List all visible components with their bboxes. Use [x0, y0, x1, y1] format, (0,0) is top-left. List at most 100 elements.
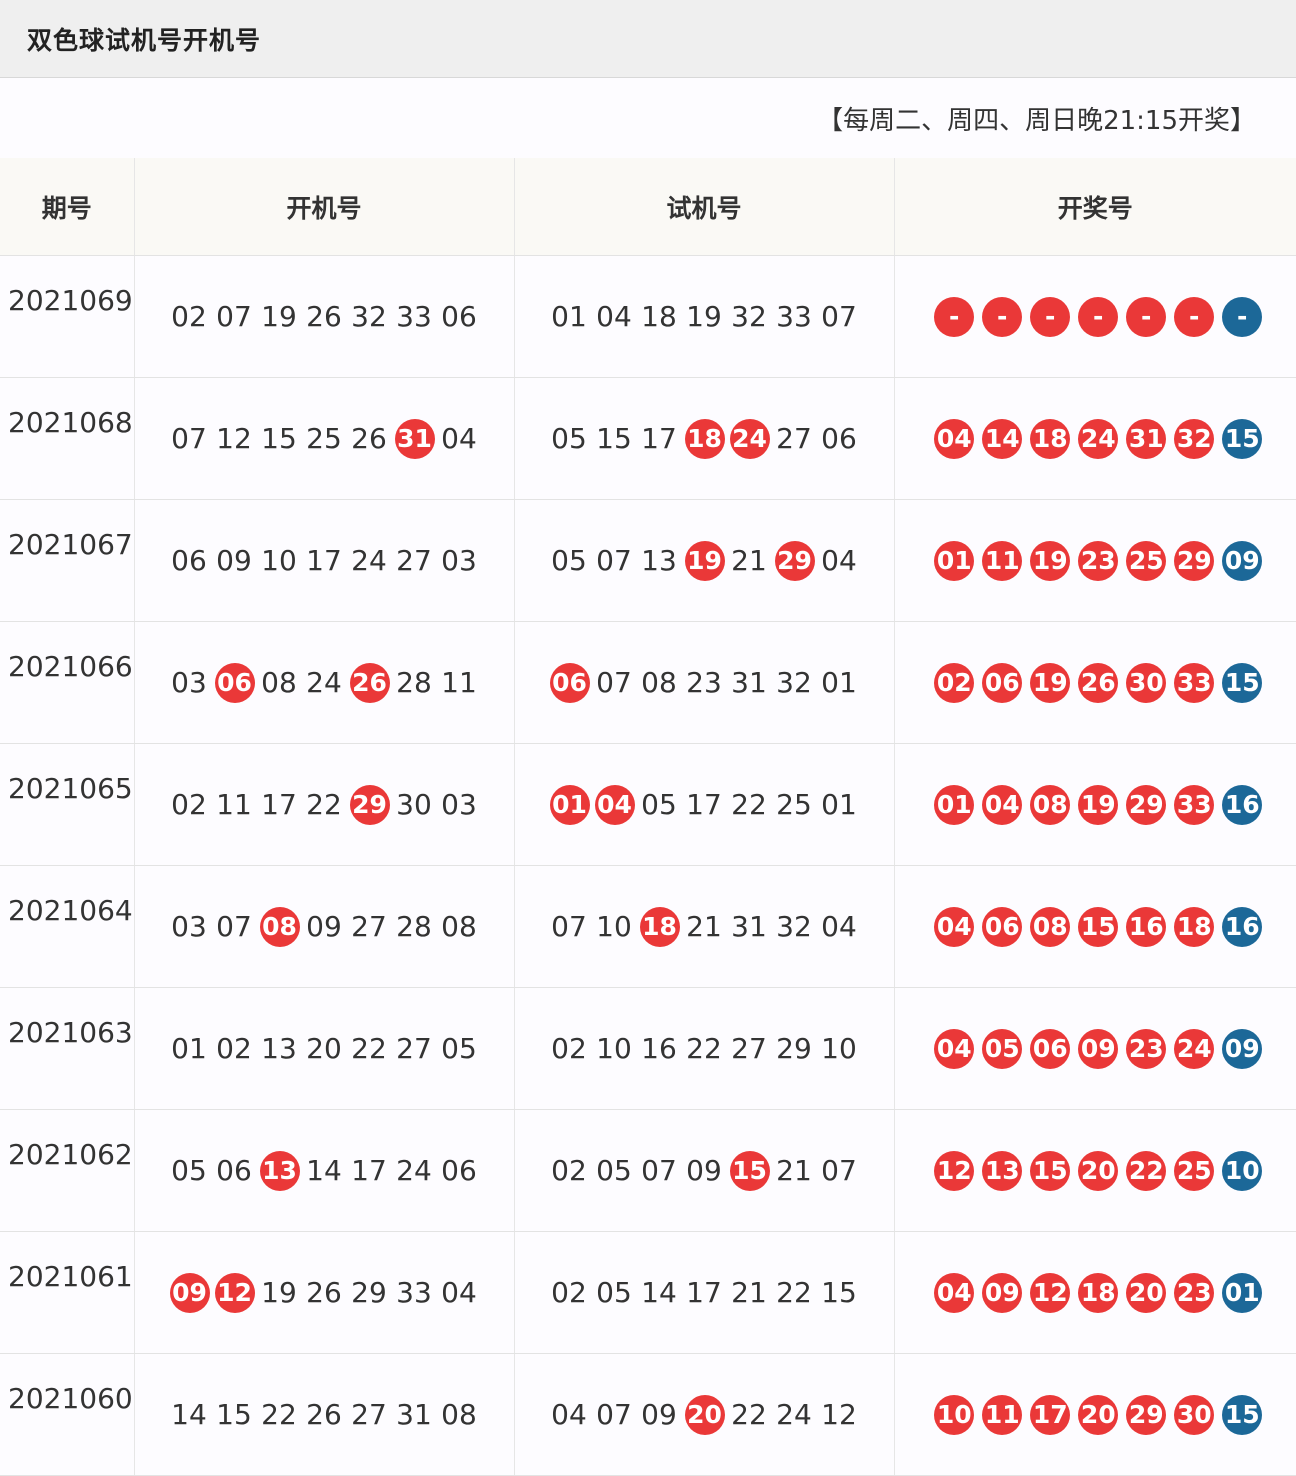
number: 04 — [596, 299, 632, 333]
table-row: 2021061 09 12 19 26 29 33 04 02 05 14 17 21 22 15 04 09 1… — [0, 1231, 1296, 1354]
number: 17 — [686, 1275, 722, 1309]
red-ball: 22 — [1126, 1150, 1167, 1191]
red-ball: 01 — [934, 784, 975, 825]
red-ball: 04 — [982, 784, 1023, 825]
number: 01 — [821, 787, 857, 821]
red-ball: - — [1030, 296, 1071, 337]
shiji-numbers: 05 07 13 19 21 29 04 — [547, 540, 862, 582]
winning-balls: 10 11 17 20 29 30 15 — [928, 1394, 1263, 1435]
number: 22 — [351, 1031, 387, 1065]
red-ball: 26 — [1078, 662, 1119, 703]
red-ball: 25 — [1174, 1150, 1215, 1191]
number: 08 — [441, 909, 477, 943]
kaiji-cell: 03 06 08 24 26 28 11 — [133, 621, 514, 744]
number: 19 — [261, 299, 297, 333]
number: 28 — [396, 909, 432, 943]
number: 31 — [731, 909, 767, 943]
number: 06 — [441, 1153, 477, 1187]
number: 10 — [261, 543, 297, 577]
matched-number-ball: 06 — [549, 662, 590, 703]
number: 24 — [351, 543, 387, 577]
kaiji-numbers: 03 06 08 24 26 28 11 — [167, 662, 482, 704]
red-ball: 04 — [934, 418, 975, 459]
issue-number: 2021065 — [0, 743, 134, 866]
number: 14 — [306, 1153, 342, 1187]
number: 20 — [306, 1031, 342, 1065]
number: 33 — [396, 1275, 432, 1309]
red-ball: 15 — [1030, 1150, 1071, 1191]
number: 07 — [596, 1397, 632, 1431]
number: 33 — [396, 299, 432, 333]
matched-number-ball: 13 — [259, 1150, 300, 1191]
red-ball: 19 — [1030, 662, 1071, 703]
blue-ball: 09 — [1222, 1028, 1263, 1069]
matched-number-ball: 09 — [169, 1272, 210, 1313]
number: 22 — [261, 1397, 297, 1431]
issue-number: 2021069 — [0, 255, 134, 378]
shiji-cell: 05 15 17 18 24 27 06 — [513, 377, 894, 500]
number: 06 — [216, 1153, 252, 1187]
number: 08 — [641, 665, 677, 699]
table-row: 2021066 03 06 08 24 26 28 11 06 07 08 23 31 32 01 02 06 1… — [0, 621, 1296, 744]
matched-number-ball: 01 — [549, 784, 590, 825]
shiji-numbers: 04 07 09 20 22 24 12 — [547, 1394, 862, 1436]
number: 07 — [641, 1153, 677, 1187]
red-ball: 06 — [1030, 1028, 1071, 1069]
header-kaiji: 开机号 — [133, 158, 514, 256]
matched-number-ball: 20 — [684, 1394, 725, 1435]
red-ball: 29 — [1126, 1394, 1167, 1435]
matched-number-ball: 29 — [774, 540, 815, 581]
number: 03 — [171, 665, 207, 699]
red-ball: 24 — [1174, 1028, 1215, 1069]
number: 13 — [641, 543, 677, 577]
table-body: 2021069 02 07 19 26 32 33 06 01 04 18 19 32 33 07- - - - -… — [0, 255, 1296, 1476]
red-ball: - — [982, 296, 1023, 337]
number: 12 — [216, 421, 252, 455]
blue-ball: - — [1222, 296, 1263, 337]
number: 22 — [731, 1397, 767, 1431]
shiji-numbers: 05 15 17 18 24 27 06 — [547, 418, 862, 460]
number: 29 — [776, 1031, 812, 1065]
number: 05 — [596, 1153, 632, 1187]
number: 26 — [306, 299, 342, 333]
kaiji-numbers: 01 02 13 20 22 27 05 — [167, 1028, 482, 1070]
red-ball: 06 — [982, 662, 1023, 703]
winning-cell: 01 11 19 23 25 29 09 — [893, 499, 1296, 622]
number: 09 — [641, 1397, 677, 1431]
red-ball: 19 — [1078, 784, 1119, 825]
winning-cell: 04 06 08 15 16 18 16 — [893, 865, 1296, 988]
kaiji-numbers: 07 12 15 25 26 31 04 — [167, 418, 482, 460]
number: 15 — [261, 421, 297, 455]
number: 21 — [731, 543, 767, 577]
number: 16 — [641, 1031, 677, 1065]
red-ball: - — [934, 296, 975, 337]
shiji-numbers: 07 10 18 21 31 32 04 — [547, 906, 862, 948]
winning-cell: 04 05 06 09 23 24 09 — [893, 987, 1296, 1110]
table-row: 2021065 02 11 17 22 29 30 03 01 04 05 17 22 25 01 01 04 0… — [0, 743, 1296, 866]
kaiji-numbers: 09 12 19 26 29 33 04 — [167, 1272, 482, 1314]
number: 03 — [441, 543, 477, 577]
number: 29 — [351, 1275, 387, 1309]
number: 07 — [596, 665, 632, 699]
winning-balls: 04 14 18 24 31 32 15 — [928, 418, 1263, 459]
winning-balls: 04 06 08 15 16 18 16 — [928, 906, 1263, 947]
kaiji-cell: 05 06 13 14 17 24 06 — [133, 1109, 514, 1232]
red-ball: 12 — [934, 1150, 975, 1191]
red-ball: 16 — [1126, 906, 1167, 947]
winning-balls: 01 11 19 23 25 29 09 — [928, 540, 1263, 581]
number: 04 — [441, 421, 477, 455]
red-ball: 18 — [1030, 418, 1071, 459]
number: 08 — [441, 1397, 477, 1431]
matched-number-ball: 12 — [214, 1272, 255, 1313]
number: 22 — [776, 1275, 812, 1309]
red-ball: - — [1126, 296, 1167, 337]
issue-number: 2021061 — [0, 1231, 134, 1354]
blue-ball: 15 — [1222, 662, 1263, 703]
number: 26 — [306, 1397, 342, 1431]
red-ball: 24 — [1078, 418, 1119, 459]
number: 09 — [306, 909, 342, 943]
number: 01 — [171, 1031, 207, 1065]
blue-ball: 09 — [1222, 540, 1263, 581]
number: 05 — [551, 543, 587, 577]
red-ball: 31 — [1126, 418, 1167, 459]
